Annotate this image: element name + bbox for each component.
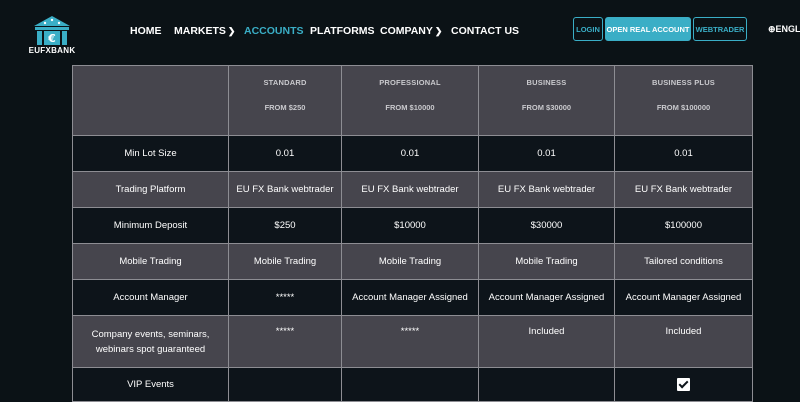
nav-home[interactable]: HOME: [130, 24, 174, 38]
cell: [614, 367, 753, 402]
row-label: Account Manager: [72, 279, 229, 316]
cell: EU FX Bank webtrader: [614, 171, 753, 208]
open-real-account-button[interactable]: OPEN REAL ACCOUNT: [605, 17, 691, 41]
cell: Mobile Trading: [228, 243, 342, 280]
row-label: Min Lot Size: [72, 135, 229, 172]
cell: *****: [341, 315, 479, 368]
cell: 0.01: [478, 135, 615, 172]
nav-accounts[interactable]: ACCOUNTS: [244, 24, 310, 38]
cell: Account Manager Assigned: [341, 279, 479, 316]
cell: $100000: [614, 207, 753, 244]
cell: 0.01: [228, 135, 342, 172]
cell: Account Manager Assigned: [614, 279, 753, 316]
nav-platforms[interactable]: PLATFORMS: [310, 24, 380, 38]
cell: $250: [228, 207, 342, 244]
cell: EU FX Bank webtrader: [228, 171, 342, 208]
row-label: Trading Platform: [72, 171, 229, 208]
plan-professional: PROFESSIONAL FROM $10000: [341, 65, 479, 136]
plan-header-row: STANDARD FROM $250 PROFESSIONAL FROM $1000…: [72, 65, 753, 136]
cell: *****: [228, 279, 342, 316]
checkbox-checked-icon: [677, 378, 690, 391]
plan-business-plus: BUSINESS PLUS FROM $100000: [614, 65, 753, 136]
cell: 0.01: [341, 135, 479, 172]
brand-name: EUFXBANK: [28, 46, 76, 55]
table-row: Account Manager ***** Account Manager As…: [72, 279, 753, 316]
cell: Tailored conditions: [614, 243, 753, 280]
main-nav: HOME MARKETS ❯ ACCOUNTS PLATFORMS COMPANY…: [130, 24, 531, 38]
chevron-down-icon: ❯: [227, 25, 236, 36]
cell: [341, 367, 479, 402]
cell: EU FX Bank webtrader: [341, 171, 479, 208]
cell: Mobile Trading: [478, 243, 615, 280]
cell: *****: [228, 315, 342, 368]
login-button[interactable]: LOGIN: [573, 17, 603, 41]
svg-text:€: €: [47, 32, 56, 45]
nav-contact-us[interactable]: CONTACT US: [451, 24, 531, 38]
table-row: VIP Events: [72, 367, 753, 402]
cell: Mobile Trading: [341, 243, 479, 280]
table-row: Min Lot Size 0.01 0.01 0.01 0.01: [72, 135, 753, 172]
nav-markets[interactable]: MARKETS ❯: [174, 24, 244, 38]
table-row: Mobile Trading Mobile Trading Mobile Tra…: [72, 243, 753, 280]
plan-standard: STANDARD FROM $250: [228, 65, 342, 136]
cell: [478, 367, 615, 402]
row-label: Mobile Trading: [72, 243, 229, 280]
cell: Included: [478, 315, 615, 368]
header-empty-cell: [72, 65, 229, 136]
cell: Account Manager Assigned: [478, 279, 615, 316]
table-row: Trading Platform EU FX Bank webtrader EU…: [72, 171, 753, 208]
cell: EU FX Bank webtrader: [478, 171, 615, 208]
plan-business: BUSINESS FROM $30000: [478, 65, 615, 136]
table-row: Company events, seminars, webinars spot …: [72, 315, 753, 368]
cell: 0.01: [614, 135, 753, 172]
site-header: € EUFXBANK HOME MARKETS ❯ ACCOUNTS PLATFO…: [0, 0, 800, 64]
language-selector[interactable]: ⊕ENGL: [768, 24, 800, 35]
cell: [228, 367, 342, 402]
row-label: VIP Events: [72, 367, 229, 402]
row-label: Minimum Deposit: [72, 207, 229, 244]
cell: Included: [614, 315, 753, 368]
globe-icon: ⊕: [768, 24, 776, 34]
webtrader-button[interactable]: WEBTRADER: [693, 17, 747, 41]
cell: $10000: [341, 207, 479, 244]
table-row: Minimum Deposit $250 $10000 $30000 $1000…: [72, 207, 753, 244]
cell: $30000: [478, 207, 615, 244]
accounts-comparison-table: STANDARD FROM $250 PROFESSIONAL FROM $1000…: [72, 65, 753, 402]
chevron-down-icon: ❯: [434, 25, 443, 36]
row-label: Company events, seminars, webinars spot …: [72, 315, 229, 368]
nav-company[interactable]: COMPANY ❯: [380, 24, 451, 38]
